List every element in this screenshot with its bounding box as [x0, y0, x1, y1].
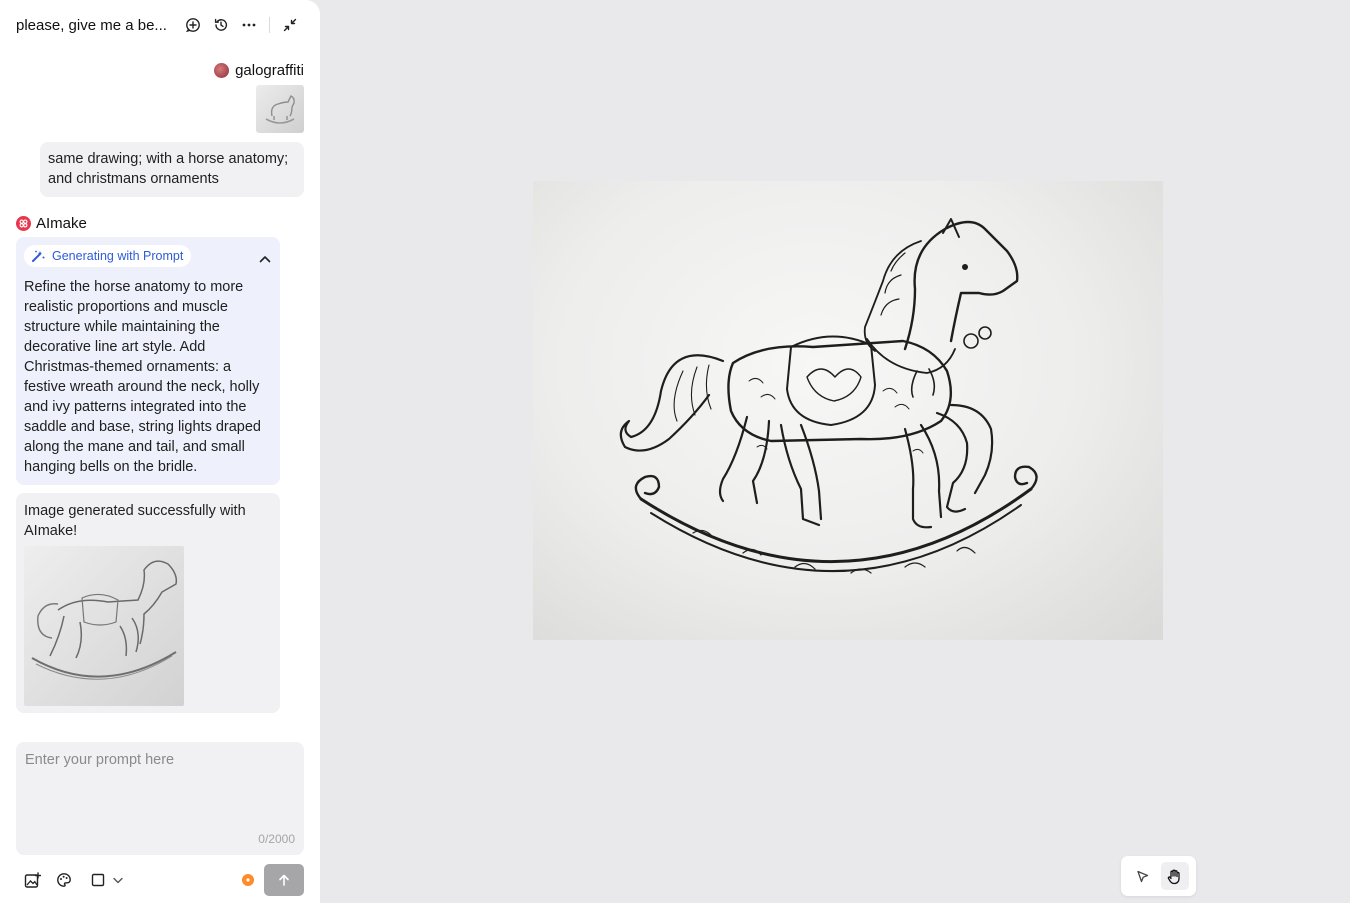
aimake-logo-icon: [16, 216, 31, 231]
collapse-prompt-icon[interactable]: [259, 250, 271, 268]
generating-status-chip: Generating with Prompt: [24, 245, 192, 267]
user-attachment-thumbnail[interactable]: [256, 85, 304, 133]
credit-icon: [242, 874, 254, 886]
canvas-tool-switch: [1121, 856, 1196, 896]
result-message: Image generated successfully with AImake…: [24, 503, 246, 539]
generated-image-thumbnail[interactable]: [24, 546, 184, 706]
generation-result-card: Image generated successfully with AImake…: [16, 493, 280, 713]
bot-header: AImake: [16, 215, 87, 232]
chat-messages[interactable]: galograffiti same drawing; with a horse …: [0, 50, 320, 726]
input-toolbar: [16, 864, 304, 896]
hand-icon[interactable]: [1160, 862, 1189, 890]
user-avatar: [214, 63, 230, 78]
image-canvas[interactable]: [320, 0, 1350, 903]
add-image-icon[interactable]: [16, 864, 48, 896]
user-name: galograffiti: [235, 62, 304, 79]
prompt-input-box: 0/2000: [16, 742, 304, 855]
bot-name: AImake: [36, 215, 87, 232]
prompt-text: Refine the horse anatomy to more realist…: [24, 279, 261, 475]
collapse-icon[interactable]: [276, 11, 304, 39]
arrow-up-icon: [279, 874, 289, 886]
user-message-bubble: same drawing; with a horse anatomy; and …: [40, 142, 304, 197]
pointer-icon[interactable]: [1129, 862, 1157, 890]
generated-image[interactable]: [533, 181, 1163, 640]
user-header: galograffiti: [214, 62, 304, 79]
panel-header: please, give me a be...: [0, 0, 320, 50]
magic-wand-icon: [32, 250, 45, 262]
palette-icon[interactable]: [48, 864, 80, 896]
conversation-title[interactable]: please, give me a be...: [16, 17, 169, 34]
more-icon[interactable]: [235, 11, 263, 39]
character-counter: 0/2000: [258, 832, 295, 846]
history-icon[interactable]: [207, 11, 235, 39]
aspect-ratio-icon[interactable]: [86, 864, 110, 896]
generation-prompt-card: Generating with Prompt Refine the horse …: [16, 237, 280, 485]
new-chat-icon[interactable]: [179, 11, 207, 39]
send-button[interactable]: [264, 864, 304, 896]
header-actions: [179, 11, 304, 39]
chevron-down-icon[interactable]: [110, 864, 126, 896]
chat-panel: please, give me a be... galograffiti sam…: [0, 0, 320, 903]
prompt-input-area: 0/2000: [0, 726, 320, 903]
generating-status-label: Generating with Prompt: [52, 249, 184, 263]
header-divider: [269, 17, 270, 33]
